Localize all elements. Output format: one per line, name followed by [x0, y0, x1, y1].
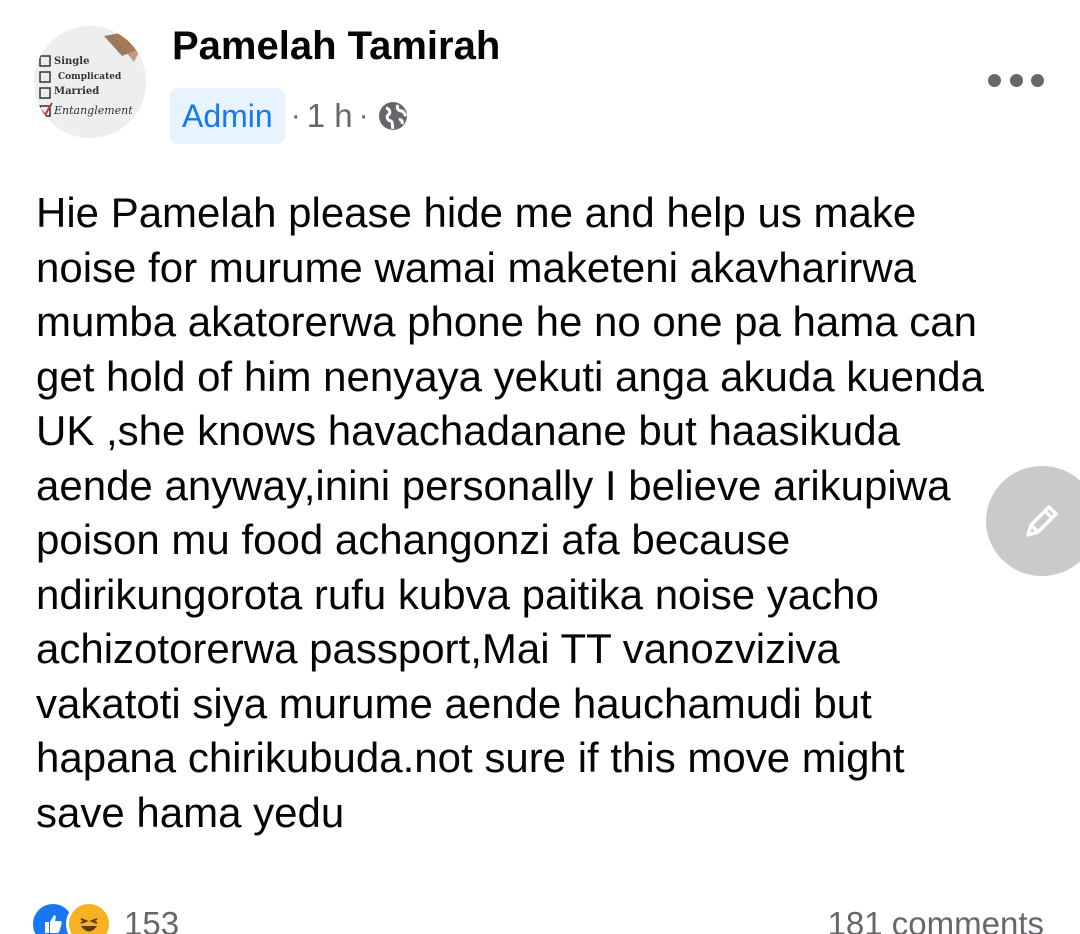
- post-body-line: Hie Pamelah please hide me and help us m…: [36, 189, 917, 236]
- meta-separator: ·: [290, 99, 301, 132]
- avatar-line-4: Entanglement: [53, 104, 133, 117]
- post-body-line: hapana chirikubuda.not sure if this move…: [36, 734, 905, 781]
- avatar-line-3: Married: [54, 86, 99, 97]
- avatar-image: Single Complicated Married Entanglement: [34, 26, 146, 138]
- avatar-line-1: Single: [54, 56, 89, 67]
- post-body-line: achizotorerwa passport,Mai TT vanozviziv…: [36, 625, 840, 672]
- post-card: Single Complicated Married Entanglement …: [0, 0, 1080, 934]
- post-body-line: poison mu food achangonzi afa because: [36, 516, 791, 563]
- more-dot: [1031, 73, 1044, 87]
- author-name[interactable]: Pamelah Tamirah: [172, 24, 500, 69]
- avatar-line-2: Complicated: [58, 72, 122, 82]
- post-body-line: noise for murume wamai maketeni akavhari…: [36, 243, 917, 291]
- post-time[interactable]: 1 h: [307, 97, 353, 135]
- post-body-line: UK ,she knows havachadanane but haasikud…: [36, 407, 900, 454]
- post-body: Hie Pamelah please hide me and help us m…: [36, 186, 1046, 840]
- more-dot: [1009, 73, 1023, 87]
- post-body-line: mumba akatorerwa phone he no one pa hama…: [36, 298, 977, 345]
- haha-reaction-icon: [66, 901, 112, 934]
- reactions-summary[interactable]: 153: [30, 901, 180, 934]
- reaction-count: 153: [124, 905, 180, 934]
- post-body-line: ndirikungorota rufu kubva paitika noise …: [36, 570, 879, 618]
- post-body-line: save hama yedu: [36, 788, 345, 836]
- comments-count-link[interactable]: 181 comments: [828, 905, 1044, 934]
- admin-badge[interactable]: Admin: [170, 88, 285, 144]
- more-dot: [988, 73, 1001, 87]
- avatar[interactable]: Single Complicated Married Entanglement: [34, 26, 146, 138]
- globe-icon[interactable]: [377, 100, 409, 132]
- post-body-line: get hold of him nenyaya yekuti anga akud…: [36, 352, 985, 400]
- post-meta: Admin · 1 h ·: [170, 88, 409, 144]
- post-body-line: vakatoti siya murume aende hauchamudi bu…: [36, 679, 872, 727]
- more-options-icon[interactable]: [988, 68, 1044, 92]
- post-body-line: aende anyway,inini personally I believe …: [36, 461, 951, 509]
- meta-separator: ·: [358, 99, 369, 132]
- edit-pencil-icon: [1026, 505, 1058, 537]
